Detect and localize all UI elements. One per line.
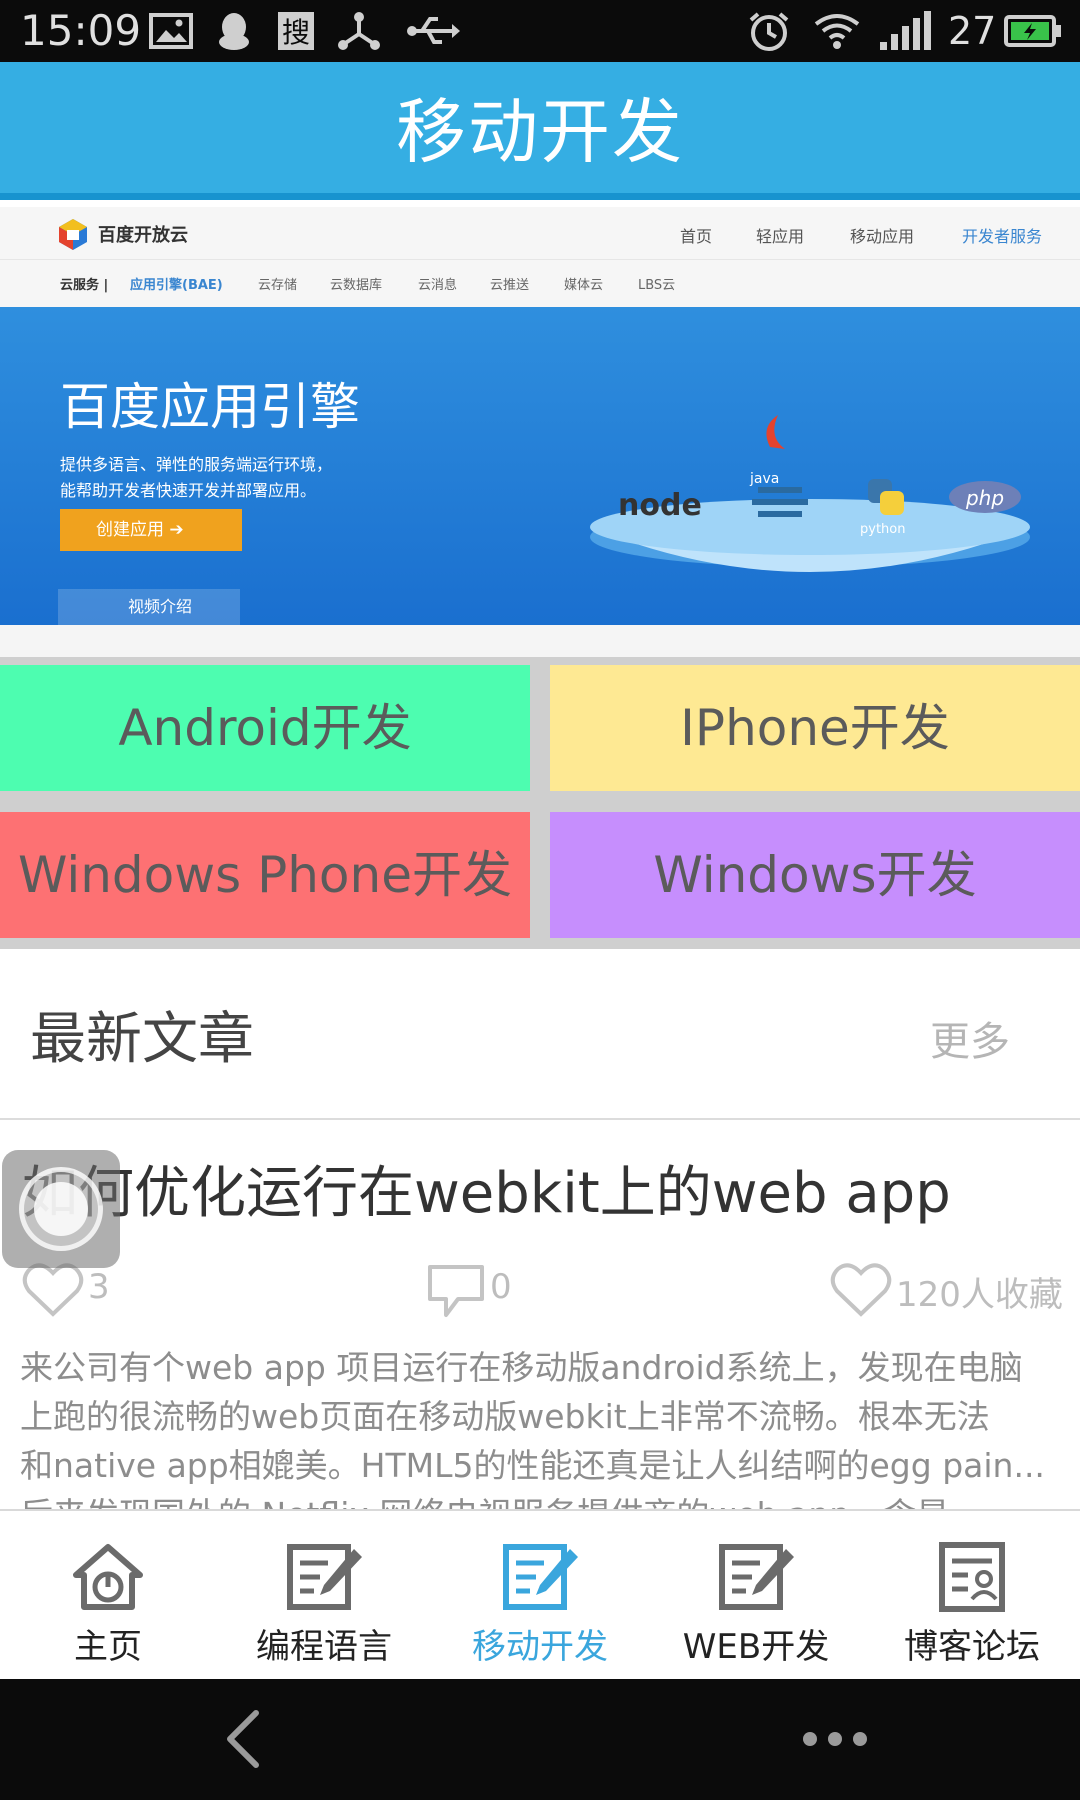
banner-nav-light-app: 轻应用 bbox=[756, 227, 805, 246]
profile-doc-icon bbox=[939, 1542, 1005, 1612]
banner-nav-dev-services: 开发者服务 bbox=[962, 227, 1043, 246]
tech-platform-illustration: node java python php bbox=[590, 415, 1030, 572]
back-icon[interactable] bbox=[222, 1709, 262, 1769]
banner-hero: 百度应用引擎 提供多语言、弹性的服务端运行环境， 能帮助开发者快速开发并部署应用… bbox=[0, 307, 1080, 625]
tab-blog-forum[interactable]: 博客论坛 bbox=[864, 1511, 1080, 1681]
signal-icon bbox=[880, 11, 931, 50]
more-articles-link[interactable]: 更多 bbox=[930, 1017, 1010, 1067]
banner-description: 能帮助开发者快速开发并部署应用。 bbox=[60, 481, 317, 500]
floating-button-core bbox=[34, 1182, 88, 1236]
banner-subnav-item: 云数据库 bbox=[330, 278, 383, 293]
sogou-search-icon: 搜 bbox=[278, 12, 314, 50]
svg-text:搜: 搜 bbox=[282, 16, 310, 49]
edit-icon bbox=[503, 1544, 578, 1610]
system-nav-bar bbox=[0, 1679, 1080, 1800]
banner-nav-mobile-app: 移动应用 bbox=[850, 227, 915, 246]
favorite-heart-icon bbox=[830, 1263, 892, 1317]
tech-logo-label: python bbox=[860, 522, 905, 537]
category-grid: Android开发 IPhone开发 Windows Phone开发 Windo… bbox=[0, 657, 1080, 949]
bottom-tab-bar: 主页 编程语言 移动开发 WEB开发 博客论坛 bbox=[0, 1509, 1080, 1679]
tab-blog-forum-label: 博客论坛 bbox=[904, 1627, 1040, 1667]
title-bar: 移动开发 bbox=[0, 62, 1080, 200]
edit-icon bbox=[287, 1544, 362, 1610]
battery-icon bbox=[1004, 15, 1061, 47]
summary-line: 和native app相媲美。HTML5的性能还真是让人纠结啊的egg pain… bbox=[20, 1446, 1045, 1485]
summary-line: 来公司有个web app 项目运行在移动版android系统上，发现在电脑 bbox=[20, 1348, 1023, 1387]
latest-articles-header: 最新文章 更多 bbox=[0, 949, 1080, 1120]
alarm-icon bbox=[749, 12, 789, 51]
banner-bottom-strip bbox=[0, 625, 1080, 657]
share-node-icon bbox=[338, 12, 380, 50]
baidu-cloud-logo-icon bbox=[59, 219, 87, 250]
tab-programming-languages-label: 编程语言 bbox=[256, 1627, 392, 1667]
create-app-label: 创建应用 bbox=[96, 520, 164, 540]
home-icon bbox=[73, 1544, 143, 1610]
category-iphone-tile[interactable]: IPhone开发 bbox=[550, 665, 1080, 791]
tab-home-label: 主页 bbox=[74, 1627, 142, 1667]
comment-icon bbox=[428, 1265, 484, 1317]
tech-logo-label: php bbox=[965, 486, 1004, 510]
banner-brand: 百度开放云 bbox=[98, 225, 188, 246]
banner-subnav-item: LBS云 bbox=[638, 278, 676, 293]
tech-logo-label: java bbox=[749, 471, 779, 487]
article-summary: 来公司有个web app 项目运行在移动版android系统上，发现在电脑 上跑… bbox=[20, 1343, 1060, 1509]
status-bar: 15:09 搜 27 bbox=[0, 0, 1080, 62]
favorite-stat[interactable]: 120人收藏 bbox=[830, 1261, 1070, 1321]
summary-line: 上跑的很流畅的web页面在移动版webkit上非常不流畅。根本无法 bbox=[20, 1397, 990, 1436]
qq-penguin-icon bbox=[219, 13, 249, 50]
category-windows-tile[interactable]: Windows开发 bbox=[550, 812, 1080, 938]
latest-articles-title: 最新文章 bbox=[30, 1007, 254, 1072]
article-title[interactable]: 如何优化运行在webkit上的web app bbox=[22, 1161, 951, 1227]
image-icon bbox=[149, 13, 193, 49]
banner-subnav-item: 云服务 | bbox=[60, 278, 109, 293]
banner-subnav: 云服务 | 应用引擎(BAE) 云存储 云数据库 云消息 云推送 媒体云 LBS… bbox=[0, 259, 1080, 307]
banner-header: 百度开放云 首页 轻应用 移动应用 开发者服务 云服务 | 应用引擎(BAE) … bbox=[0, 207, 1080, 307]
page-title: 移动开发 bbox=[396, 91, 684, 173]
banner-nav-home: 首页 bbox=[680, 227, 713, 246]
like-stat[interactable]: 3 bbox=[22, 1261, 222, 1321]
banner-subnav-item: 应用引擎(BAE) bbox=[130, 278, 223, 293]
battery-level: 27 bbox=[948, 9, 997, 53]
banner-subnav-item: 云存储 bbox=[258, 278, 298, 293]
video-intro-button: 视频介绍 bbox=[58, 589, 240, 625]
create-app-button: 创建应用 ➔ bbox=[60, 509, 242, 551]
banner-subnav-item: 云推送 bbox=[490, 278, 530, 293]
tab-web-dev-label: WEB开发 bbox=[682, 1627, 830, 1667]
article-card[interactable]: 如何优化运行在webkit上的web app 3 0 120人收藏 来公司有个w… bbox=[0, 1121, 1080, 1509]
heart-icon bbox=[22, 1263, 84, 1317]
banner-description: 提供多语言、弹性的服务端运行环境， bbox=[60, 455, 333, 474]
category-windows-phone-tile[interactable]: Windows Phone开发 bbox=[0, 812, 530, 938]
favorite-count: 120人收藏 bbox=[896, 1275, 1063, 1315]
tab-web-dev[interactable]: WEB开发 bbox=[648, 1511, 864, 1681]
video-intro-label: 视频介绍 bbox=[128, 597, 193, 616]
banner-subnav-item: 云消息 bbox=[418, 278, 458, 293]
tech-logo-label: node bbox=[618, 488, 702, 523]
tab-programming-languages[interactable]: 编程语言 bbox=[216, 1511, 432, 1681]
status-time: 15:09 bbox=[20, 6, 142, 55]
wifi-icon bbox=[814, 14, 860, 49]
tab-home[interactable]: 主页 bbox=[0, 1511, 216, 1681]
usb-icon bbox=[407, 17, 460, 44]
promo-banner[interactable]: 百度开放云 首页 轻应用 移动应用 开发者服务 云服务 | 应用引擎(BAE) … bbox=[0, 207, 1080, 625]
more-dots-icon[interactable] bbox=[800, 1729, 870, 1749]
comment-count: 0 bbox=[490, 1267, 512, 1307]
banner-subnav-item: 媒体云 bbox=[564, 278, 604, 293]
tab-mobile-dev-label: 移动开发 bbox=[472, 1627, 608, 1667]
comment-stat[interactable]: 0 bbox=[424, 1261, 624, 1321]
tab-mobile-dev[interactable]: 移动开发 bbox=[432, 1511, 648, 1681]
banner-headline: 百度应用引擎 bbox=[60, 378, 360, 436]
category-android-tile[interactable]: Android开发 bbox=[0, 665, 530, 791]
floating-assistive-button[interactable] bbox=[2, 1150, 120, 1268]
summary-line: 后来发现国外的 Netflix 网络电视服务提供商的web app，含是 bbox=[20, 1490, 1060, 1509]
like-count: 3 bbox=[88, 1267, 110, 1307]
edit-icon bbox=[719, 1544, 794, 1610]
